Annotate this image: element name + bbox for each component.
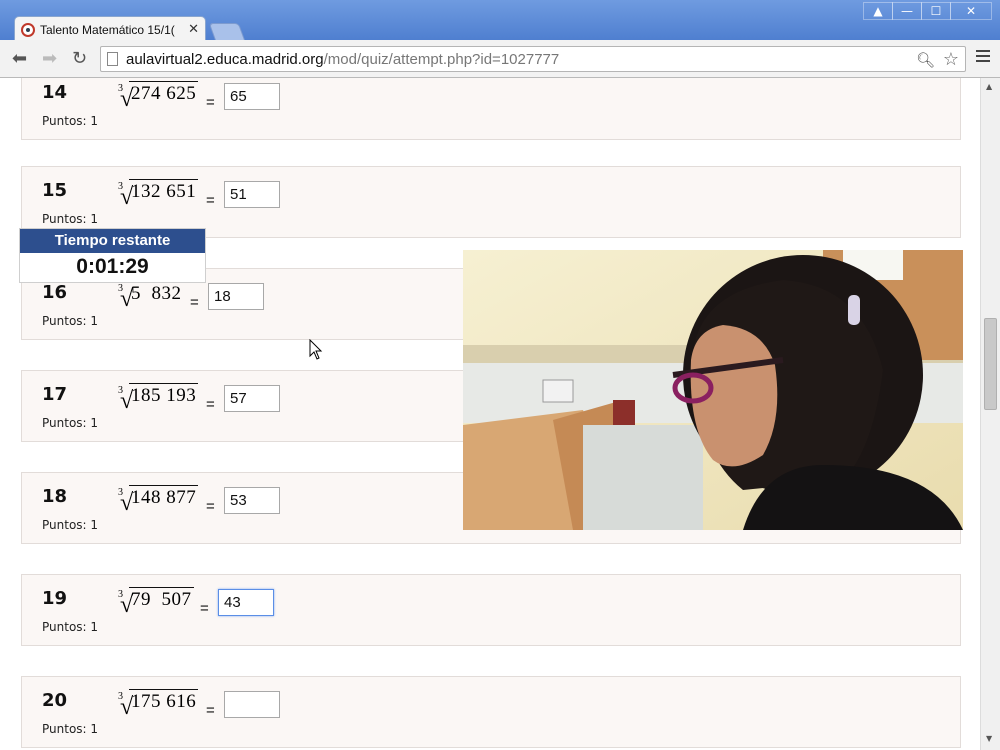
question-points: Puntos: 1 xyxy=(42,416,99,430)
answer-input[interactable] xyxy=(224,385,280,412)
timer-value: 0:01:29 xyxy=(76,255,149,278)
answer-input[interactable] xyxy=(224,487,280,514)
equals-sign: = xyxy=(206,94,215,111)
url-host: aulavirtual2.educa.madrid.org xyxy=(126,50,324,68)
radicand: 175 616 xyxy=(129,689,199,712)
radical-sign-icon: √ xyxy=(120,86,134,112)
reload-icon[interactable]: ↻ xyxy=(72,48,87,69)
answer-input[interactable] xyxy=(208,283,264,310)
browser-tab[interactable]: Talento Matemático 15/1( ✕ xyxy=(14,16,206,42)
timer-label: Tiempo restante xyxy=(20,229,205,253)
radicand: 5 832 xyxy=(129,281,184,304)
question-points: Puntos: 1 xyxy=(42,518,99,532)
radicand: 148 877 xyxy=(129,485,199,508)
radical-sign-icon: √ xyxy=(120,694,134,720)
maximize-button[interactable]: ☐ xyxy=(921,2,951,20)
radicand: 274 625 xyxy=(129,81,199,104)
question-number: 19 xyxy=(42,588,68,609)
question-number: 14 xyxy=(42,82,68,103)
user-profile-button[interactable]: ▲ xyxy=(863,2,893,20)
minimize-button[interactable]: — xyxy=(892,2,922,20)
cube-root-expression: 3 √ 132 651 xyxy=(118,179,199,210)
equals-sign: = xyxy=(206,192,215,209)
page-icon xyxy=(107,52,118,66)
browser-toolbar: ⬅ ➡ ↻ aulavirtual2.educa.madrid.org/mod/… xyxy=(0,40,1000,78)
close-window-button[interactable]: ✕ xyxy=(950,2,992,20)
question-20: 20 Puntos: 1 3 √ 175 616 = xyxy=(21,676,961,748)
back-arrow-icon[interactable]: ⬅ xyxy=(12,48,27,69)
question-number: 20 xyxy=(42,690,68,711)
cube-root-expression: 3 √ 274 625 xyxy=(118,81,199,112)
scroll-thumb[interactable] xyxy=(984,318,997,410)
radical-sign-icon: √ xyxy=(120,286,134,312)
radical-sign-icon: √ xyxy=(120,490,134,516)
radical-sign-icon: √ xyxy=(120,184,134,210)
question-number: 15 xyxy=(42,180,68,201)
radicand: 132 651 xyxy=(129,179,199,202)
url-text: aulavirtual2.educa.madrid.org/mod/quiz/a… xyxy=(126,51,559,68)
forward-arrow-icon[interactable]: ➡ xyxy=(42,48,57,69)
question-number: 17 xyxy=(42,384,68,405)
radical-sign-icon: √ xyxy=(120,592,134,618)
equals-sign: = xyxy=(206,396,215,413)
menu-icon[interactable] xyxy=(976,50,990,65)
tab-title: Talento Matemático 15/1( xyxy=(40,22,175,37)
question-number: 16 xyxy=(42,282,68,303)
question-points: Puntos: 1 xyxy=(42,314,99,328)
scroll-down-arrow-icon[interactable]: ▼ xyxy=(986,734,992,743)
site-favicon-icon xyxy=(21,22,35,37)
equals-sign: = xyxy=(206,702,215,719)
radical-sign-icon: √ xyxy=(120,388,134,414)
address-bar[interactable]: aulavirtual2.educa.madrid.org/mod/quiz/a… xyxy=(100,46,966,72)
question-points: Puntos: 1 xyxy=(42,114,99,128)
cube-root-expression: 3 √ 148 877 xyxy=(118,485,199,516)
question-points: Puntos: 1 xyxy=(42,212,99,226)
bookmark-star-icon[interactable]: ☆ xyxy=(943,49,959,70)
question-points: Puntos: 1 xyxy=(42,722,99,736)
answer-input[interactable] xyxy=(224,181,280,208)
question-points: Puntos: 1 xyxy=(42,620,99,634)
equals-sign: = xyxy=(206,498,215,515)
cube-root-expression: 3 √ 5 832 xyxy=(118,281,184,311)
equals-sign: = xyxy=(200,600,209,617)
cube-root-expression: 3 √ 185 193 xyxy=(118,383,199,414)
question-number: 18 xyxy=(42,486,68,507)
webcam-scene-image xyxy=(463,250,963,530)
radicand: 79 507 xyxy=(129,587,194,610)
quiz-timer: Tiempo restante 0:01:29 xyxy=(19,228,206,283)
answer-input[interactable] xyxy=(224,83,280,110)
zoom-icon[interactable]: 🔍︎ xyxy=(916,51,935,69)
scroll-up-arrow-icon[interactable]: ▲ xyxy=(986,82,992,91)
cube-root-expression: 3 √ 79 507 xyxy=(118,587,194,617)
new-tab-button[interactable] xyxy=(208,23,246,41)
mouse-cursor-icon xyxy=(309,339,323,360)
radicand: 185 193 xyxy=(129,383,199,406)
page-scrollbar[interactable]: ▲ ▼ xyxy=(980,78,1000,750)
tab-close-icon[interactable]: ✕ xyxy=(188,22,199,37)
webcam-overlay xyxy=(463,250,963,530)
question-14: 14 Puntos: 1 3 √ 274 625 = xyxy=(21,78,961,140)
cube-root-expression: 3 √ 175 616 xyxy=(118,689,199,720)
answer-input[interactable] xyxy=(224,691,280,718)
url-path: /mod/quiz/attempt.php?id=1027777 xyxy=(323,50,560,68)
answer-input[interactable] xyxy=(218,589,274,616)
question-19: 19 Puntos: 1 3 √ 79 507 = xyxy=(21,574,961,646)
window-controls: ▲ — ☐ ✕ xyxy=(863,2,992,20)
equals-sign: = xyxy=(190,294,199,311)
browser-titlebar: Talento Matemático 15/1( ✕ ▲ — ☐ ✕ xyxy=(0,0,1000,42)
